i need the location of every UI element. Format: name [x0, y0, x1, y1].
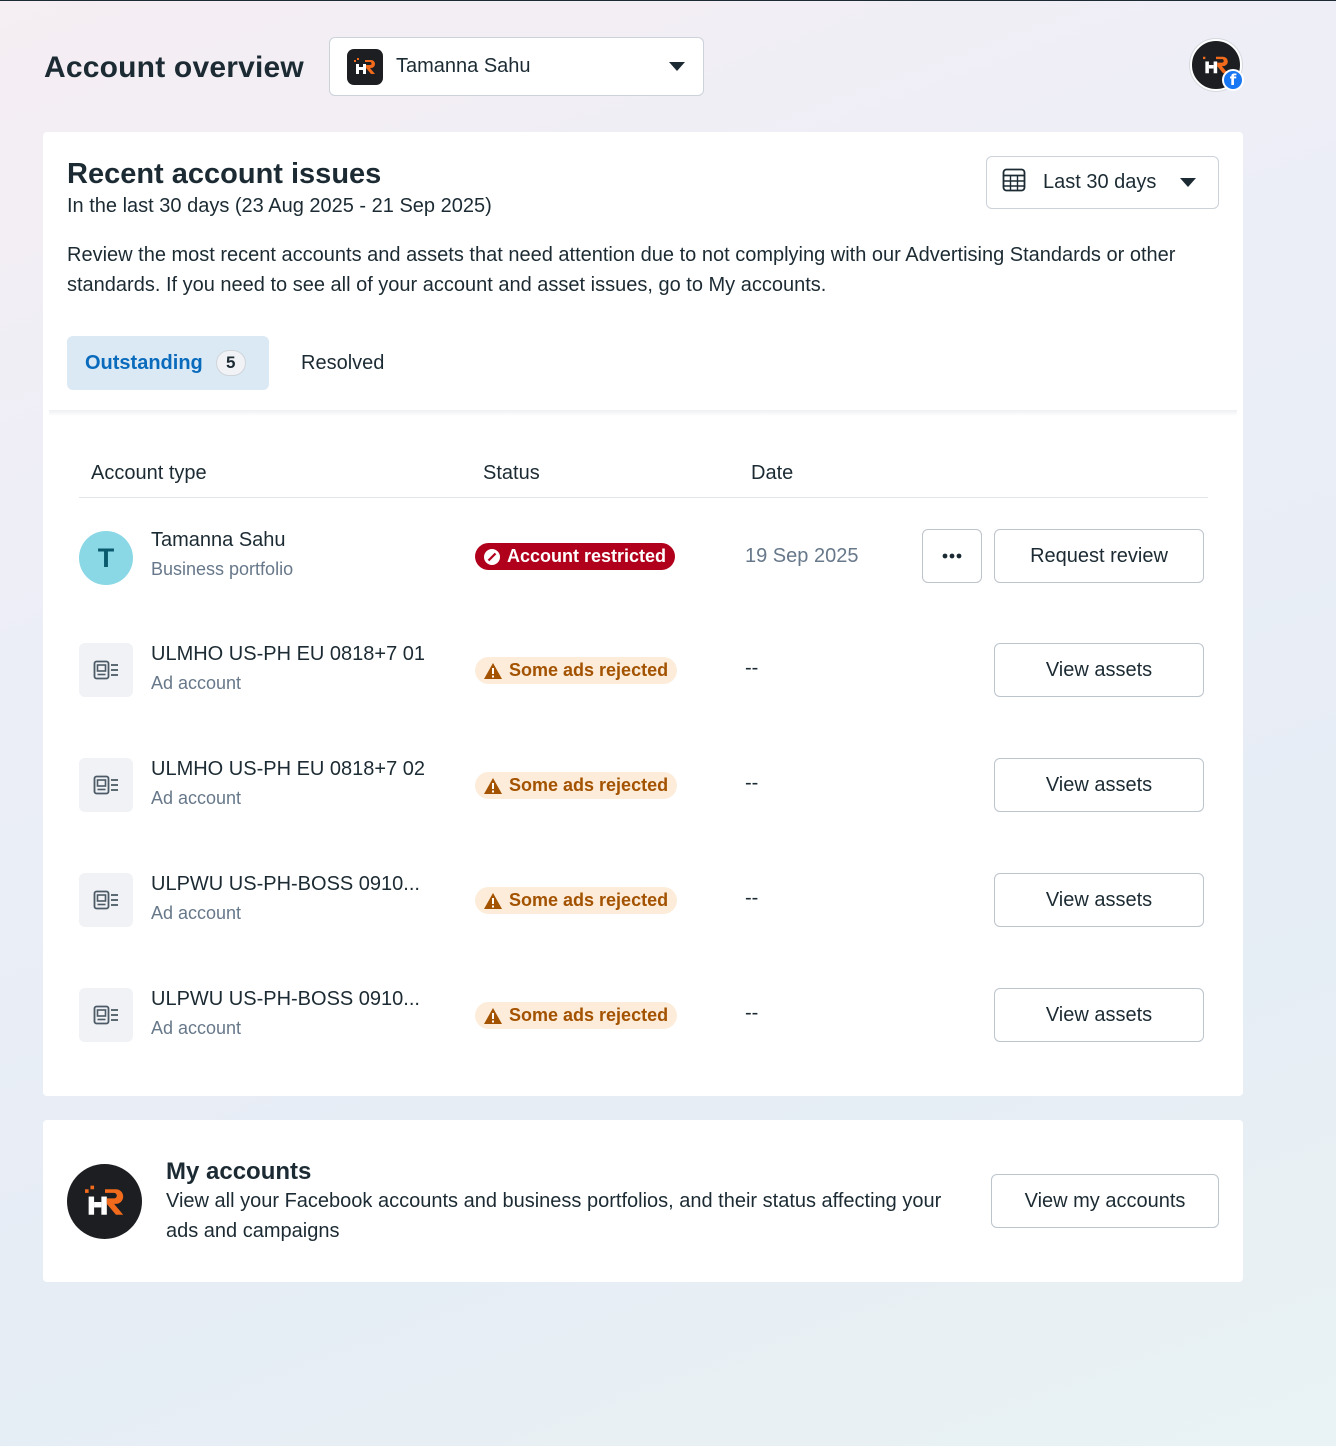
- business-logo-icon: [347, 48, 383, 85]
- table-row: T Tamanna Sahu Business portfolio Accoun…: [79, 529, 1209, 585]
- tab-resolved[interactable]: Resolved: [301, 336, 384, 390]
- row-account-type: Ad account: [151, 788, 242, 808]
- status-badge: Some ads rejected: [475, 1002, 678, 1029]
- restricted-icon: [483, 548, 501, 566]
- ad-account-icon: [79, 758, 133, 812]
- status-badge-label: Some ads rejected: [509, 1005, 669, 1025]
- date-range-label: Last 30 days: [1043, 171, 1157, 193]
- my-accounts-title: My accounts: [166, 1158, 312, 1185]
- tabs-divider: [49, 410, 1237, 416]
- row-date: 19 Sep 2025: [745, 545, 859, 567]
- more-icon: [942, 553, 962, 559]
- row-account-type: Ad account: [151, 1018, 242, 1038]
- status-badge-label: Some ads rejected: [509, 775, 669, 795]
- ad-account-icon: [79, 873, 133, 927]
- ad-account-icon: [79, 643, 133, 697]
- account-selector-label: Tamanna Sahu: [396, 55, 531, 77]
- issues-subtitle: In the last 30 days (23 Aug 2025 - 21 Se…: [67, 195, 492, 217]
- tab-outstanding-label: Outstanding: [85, 351, 203, 374]
- row-date: --: [745, 657, 759, 679]
- issues-title: Recent account issues: [67, 158, 382, 190]
- table-row: ULPWU US-PH-BOSS 0910... Ad account Some…: [79, 988, 1209, 1044]
- business-logo-icon: [67, 1164, 142, 1239]
- tab-outstanding[interactable]: Outstanding 5: [67, 336, 269, 390]
- row-date: --: [745, 772, 759, 794]
- row-account-type: Ad account: [151, 673, 242, 693]
- view-assets-button[interactable]: View assets: [994, 873, 1204, 927]
- status-badge: Account restricted: [475, 543, 676, 570]
- row-account-name: Tamanna Sahu: [151, 529, 286, 551]
- page-header: Account overview Tamanna Sahu f: [44, 37, 1244, 97]
- row-account-name: ULMHO US-PH EU 0818+7 01: [151, 643, 426, 665]
- profile-avatar-button[interactable]: f: [1190, 39, 1244, 91]
- ad-account-icon: [79, 988, 133, 1042]
- row-account-type: Ad account: [151, 903, 242, 923]
- column-header-account-type: Account type: [91, 462, 207, 484]
- warning-icon: [483, 892, 503, 910]
- view-assets-button[interactable]: View assets: [994, 988, 1204, 1042]
- page-title: Account overview: [44, 51, 304, 84]
- row-account-name: ULPWU US-PH-BOSS 0910...: [151, 988, 420, 1010]
- my-accounts-description: View all your Facebook accounts and busi…: [166, 1190, 942, 1242]
- status-badge-label: Some ads rejected: [509, 890, 669, 910]
- account-selector-dropdown[interactable]: Tamanna Sahu: [329, 37, 704, 96]
- warning-icon: [483, 1007, 503, 1025]
- row-account-type: Business portfolio: [151, 559, 294, 579]
- request-review-button[interactable]: Request review: [994, 529, 1204, 583]
- chevron-down-icon: [669, 62, 685, 71]
- recent-issues-card: Recent account issues In the last 30 day…: [43, 132, 1243, 1096]
- row-date: --: [745, 887, 759, 909]
- status-badge: Some ads rejected: [475, 887, 678, 914]
- view-my-accounts-button[interactable]: View my accounts: [991, 1174, 1219, 1228]
- my-accounts-card: My accounts View all your Facebook accou…: [43, 1120, 1243, 1282]
- status-badge-label: Account restricted: [507, 546, 667, 566]
- status-badge: Some ads rejected: [475, 657, 678, 684]
- table-row: ULMHO US-PH EU 0818+7 02 Ad account Some…: [79, 758, 1209, 814]
- view-assets-button[interactable]: View assets: [994, 758, 1204, 812]
- row-account-name: ULPWU US-PH-BOSS 0910...: [151, 873, 420, 895]
- issues-description: Review the most recent accounts and asse…: [67, 244, 1176, 296]
- warning-icon: [483, 777, 503, 795]
- status-badge-label: Some ads rejected: [509, 660, 669, 680]
- avatar: T: [79, 531, 133, 585]
- column-header-status: Status: [483, 462, 540, 484]
- row-account-name: ULMHO US-PH EU 0818+7 02: [151, 758, 426, 780]
- window-top-border: [0, 0, 1336, 1]
- calendar-icon: [1001, 167, 1027, 198]
- table-header-divider: [79, 497, 1208, 498]
- view-assets-button[interactable]: View assets: [994, 643, 1204, 697]
- outstanding-count-badge: 5: [215, 350, 246, 376]
- warning-icon: [483, 662, 503, 680]
- facebook-badge-icon: f: [1222, 69, 1244, 91]
- table-row: ULPWU US-PH-BOSS 0910... Ad account Some…: [79, 873, 1209, 929]
- chevron-down-icon: [1180, 178, 1196, 187]
- status-badge: Some ads rejected: [475, 772, 678, 799]
- date-range-dropdown[interactable]: Last 30 days: [986, 156, 1219, 209]
- tab-resolved-label: Resolved: [301, 351, 385, 374]
- row-date: --: [745, 1002, 759, 1024]
- table-row: ULMHO US-PH EU 0818+7 01 Ad account Some…: [79, 643, 1209, 699]
- column-header-date: Date: [751, 462, 794, 484]
- more-options-button[interactable]: [922, 529, 982, 583]
